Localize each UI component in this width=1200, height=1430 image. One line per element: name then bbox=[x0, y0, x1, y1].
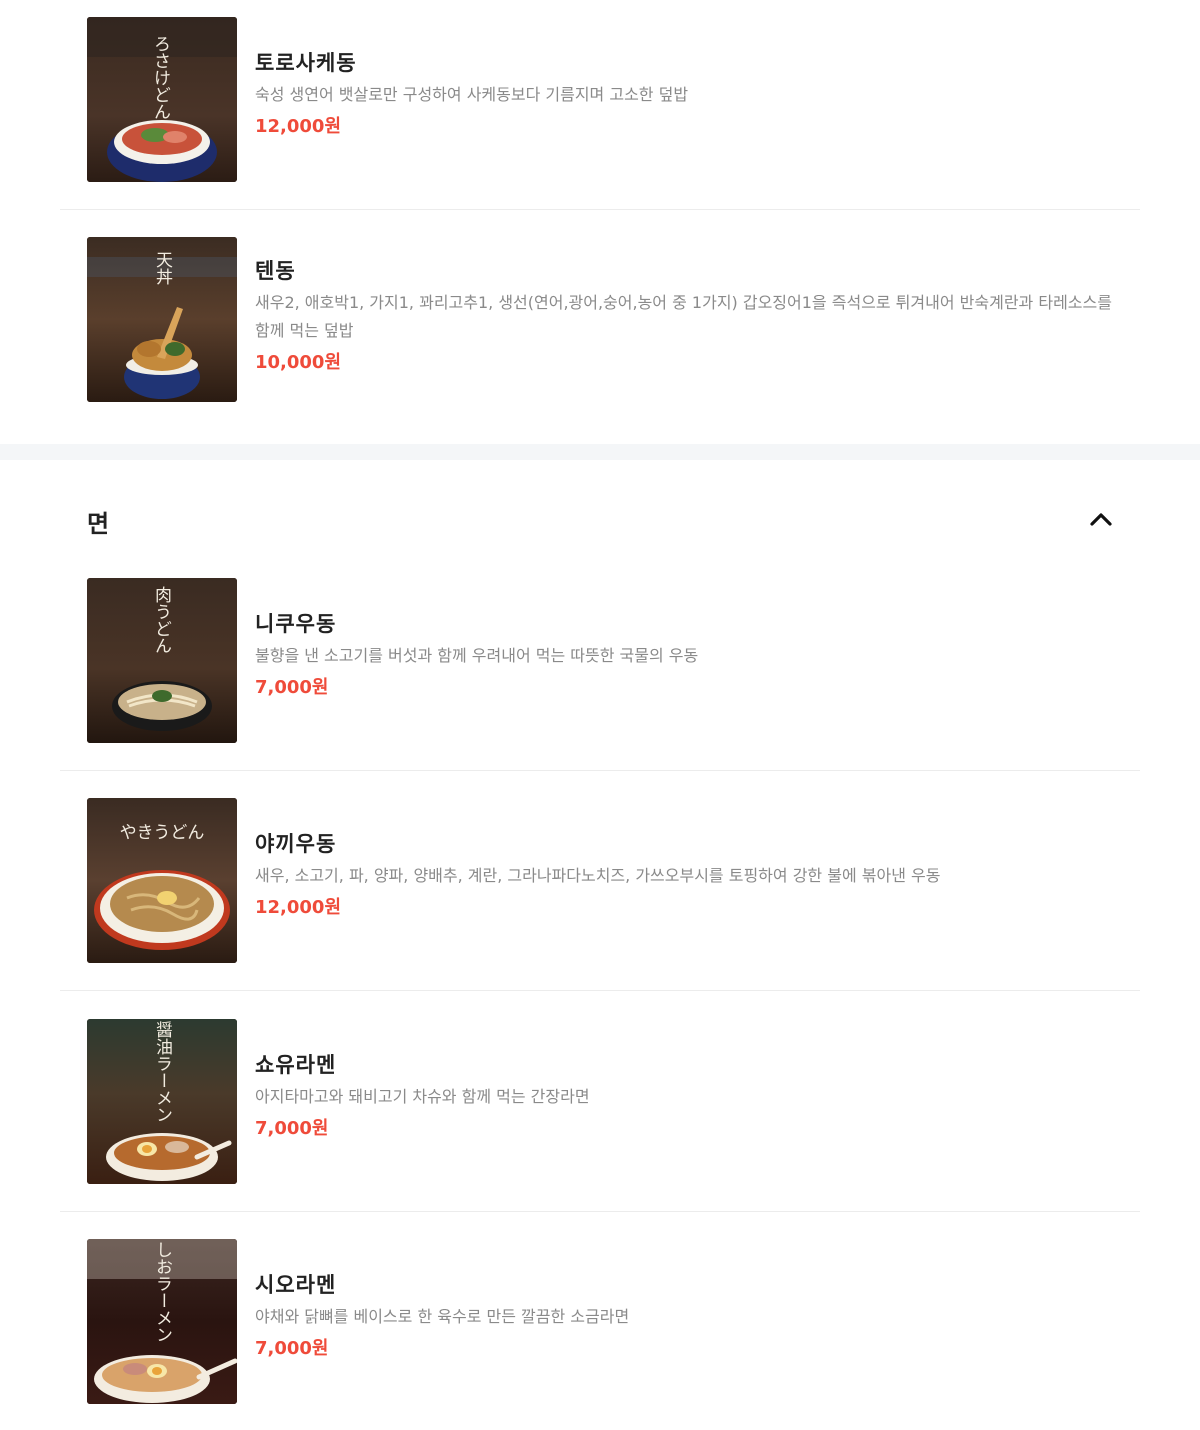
item-divider bbox=[60, 770, 1140, 771]
image-text: 肉うどん bbox=[151, 586, 171, 654]
menu-item-image[interactable]: しおラーメン bbox=[87, 1239, 237, 1404]
menu-item-name: 야끼우동 bbox=[255, 832, 337, 856]
menu-item-info: 야끼우동 새우, 소고기, 파, 양파, 양배추, 계란, 그라나파다노치즈, … bbox=[255, 830, 1112, 922]
item-divider bbox=[60, 1211, 1140, 1212]
menu-item-info: 쇼유라멘 아지타마고와 돼비고기 차슈와 함께 먹는 간장라면 7,000원 bbox=[255, 1051, 1112, 1143]
menu-item-image[interactable]: 天丼 bbox=[87, 237, 237, 402]
menu-section-noodles: 면 肉うどん 니쿠우동 불향을 낸 소고기를 버섯과 함께 우려내어 먹는 따뜻… bbox=[0, 460, 1200, 1430]
menu-item-image[interactable]: ろさけどん bbox=[87, 17, 237, 182]
category-collapse-button[interactable] bbox=[1086, 506, 1116, 532]
category-title: 면 bbox=[87, 510, 110, 538]
menu-item-price: 12,000원 bbox=[255, 897, 342, 918]
menu-item-name: 니쿠우동 bbox=[255, 612, 337, 636]
menu-section-don: ろさけどん 토로사케동 숙성 생연어 뱃살로만 구성하여 사케동보다 기름지며 … bbox=[0, 0, 1200, 444]
menu-item-description: 새우2, 애호박1, 가지1, 꽈리고추1, 생선(연어,광어,숭어,농어 중 … bbox=[255, 293, 1112, 340]
menu-item-price: 12,000원 bbox=[255, 116, 342, 137]
shoyuramen-photo: 醤油ラーメン bbox=[87, 1019, 237, 1184]
menu-item-name: 텐동 bbox=[255, 259, 296, 283]
shioramen-photo: しおラーメン bbox=[87, 1239, 237, 1404]
item-divider bbox=[60, 209, 1140, 210]
image-text: ろさけどん bbox=[150, 35, 170, 120]
menu-item-torosakedon[interactable]: ろさけどん 토로사케동 숙성 생연어 뱃살로만 구성하여 사케동보다 기름지며 … bbox=[60, 17, 1140, 182]
menu-item-info: 시오라멘 야채와 닭뼈를 베이스로 한 육수로 만든 깔끔한 소금라면 7,00… bbox=[255, 1271, 1112, 1363]
menu-item-info: 니쿠우동 불향을 낸 소고기를 버섯과 함께 우려내어 먹는 따뜻한 국물의 우… bbox=[255, 610, 1112, 702]
menu-item-shoyuramen[interactable]: 醤油ラーメン 쇼유라멘 아지타마고와 돼비고기 차슈와 함께 먹는 간장라면 7… bbox=[60, 1019, 1140, 1184]
menu-item-name: 쇼유라멘 bbox=[255, 1053, 337, 1077]
menu-item-image[interactable]: 醤油ラーメン bbox=[87, 1019, 237, 1184]
menu-item-description: 야채와 닭뼈를 베이스로 한 육수로 만든 깔끔한 소금라면 bbox=[255, 1307, 630, 1326]
image-text: やきうどん bbox=[120, 823, 205, 843]
chevron-up-icon bbox=[1090, 513, 1112, 526]
menu-item-yakiudon[interactable]: やきうどん 야끼우동 새우, 소고기, 파, 양파, 양배추, 계란, 그라나파… bbox=[60, 798, 1140, 963]
menu-item-name: 토로사케동 bbox=[255, 51, 357, 75]
menu-item-description: 새우, 소고기, 파, 양파, 양배추, 계란, 그라나파다노치즈, 가쓰오부시… bbox=[255, 866, 941, 885]
menu-item-nikuudon[interactable]: 肉うどん 니쿠우동 불향을 낸 소고기를 버섯과 함께 우려내어 먹는 따뜻한 … bbox=[60, 578, 1140, 743]
menu-item-price: 7,000원 bbox=[255, 1118, 329, 1139]
menu-item-description: 불향을 낸 소고기를 버섯과 함께 우려내어 먹는 따뜻한 국물의 우동 bbox=[255, 646, 699, 665]
menu-item-price: 7,000원 bbox=[255, 677, 329, 698]
menu-item-description: 숙성 생연어 뱃살로만 구성하여 사케동보다 기름지며 고소한 덮밥 bbox=[255, 85, 689, 104]
menu-item-tendon[interactable]: 天丼 텐동 새우2, 애호박1, 가지1, 꽈리고추1, 생선(연어,광어,숭어… bbox=[60, 237, 1140, 402]
menu-item-image[interactable]: やきうどん bbox=[87, 798, 237, 963]
nikuudon-photo: 肉うどん bbox=[87, 578, 237, 743]
image-text: しおラーメン bbox=[152, 1241, 172, 1343]
torosakedon-photo: ろさけどん bbox=[87, 17, 237, 182]
menu-item-shioramen[interactable]: しおラーメン 시오라멘 야채와 닭뼈를 베이스로 한 육수로 만든 깔끔한 소금… bbox=[60, 1239, 1140, 1404]
menu-item-image[interactable]: 肉うどん bbox=[87, 578, 237, 743]
item-divider bbox=[60, 990, 1140, 991]
menu-item-price: 10,000원 bbox=[255, 352, 342, 373]
image-text: 天丼 bbox=[152, 251, 173, 285]
yakiudon-photo: やきうどん bbox=[87, 798, 237, 963]
menu-item-info: 토로사케동 숙성 생연어 뱃살로만 구성하여 사케동보다 기름지며 고소한 덮밥… bbox=[255, 49, 1112, 141]
menu-item-price: 7,000원 bbox=[255, 1338, 329, 1359]
menu-item-name: 시오라멘 bbox=[255, 1273, 337, 1297]
tendon-photo: 天丼 bbox=[87, 237, 237, 402]
menu-item-description: 아지타마고와 돼비고기 차슈와 함께 먹는 간장라면 bbox=[255, 1087, 590, 1106]
section-divider bbox=[0, 444, 1200, 460]
image-text: 醤油ラーメン bbox=[152, 1021, 173, 1123]
menu-item-info: 텐동 새우2, 애호박1, 가지1, 꽈리고추1, 생선(연어,광어,숭어,농어… bbox=[255, 257, 1112, 377]
